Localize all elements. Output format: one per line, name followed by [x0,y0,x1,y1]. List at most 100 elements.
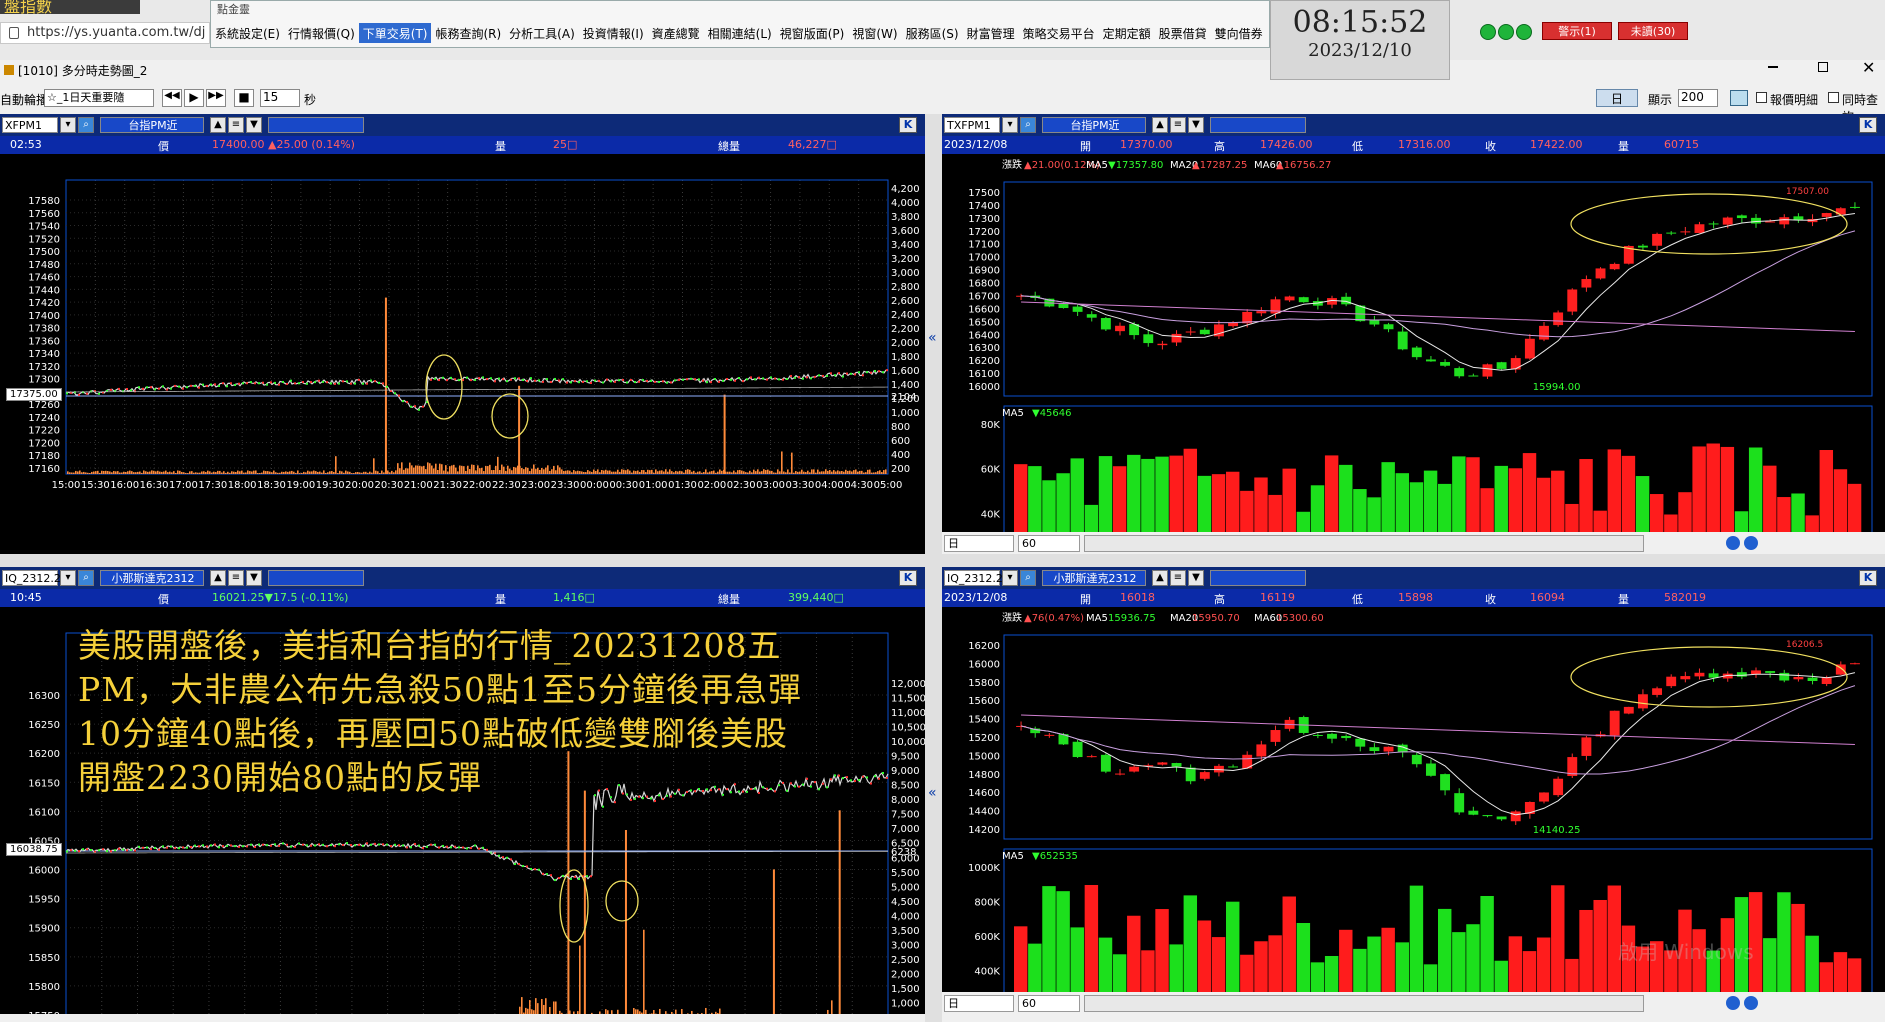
menu-item[interactable]: 下單交易(T) [358,23,432,43]
menu-item[interactable]: 相關連結(L) [704,23,776,43]
vertical-splitter[interactable] [925,114,942,1022]
scrollbar[interactable] [1084,535,1644,552]
horizontal-splitter[interactable] [0,554,1885,567]
zoom-in-icon[interactable] [1726,536,1740,550]
dropdown-icon[interactable]: ▾ [60,570,76,586]
quote-vol-lbl: 量 [1618,593,1629,606]
zoom-out-icon[interactable] [1744,536,1758,550]
period-select[interactable]: 日 [944,535,1014,552]
volume-bar [511,470,513,474]
period-select[interactable]: 日 [944,995,1014,1012]
dropdown-icon[interactable]: ▾ [1002,117,1018,133]
price-dot [682,378,684,381]
menu-item[interactable]: 系統設定(E) [211,23,284,43]
menu-item[interactable]: 資產總覽 [648,23,704,43]
dropdown-icon[interactable]: ▾ [60,117,76,133]
grid-icon[interactable] [1730,90,1748,106]
window-close-icon[interactable]: ✕ [1862,58,1875,77]
collapse-left-icon[interactable]: « [928,785,937,801]
symbol-name[interactable]: 台指PM近 [100,117,204,133]
volume-bar [803,471,805,474]
list-icon[interactable]: ≡ [228,570,244,586]
dropdown-icon[interactable]: ▾ [1002,570,1018,586]
volume-bar [249,471,251,474]
next-button[interactable]: ▶▶ [206,89,226,107]
k-chart-icon[interactable]: K [899,570,917,586]
search-icon[interactable]: ⌕ [1020,117,1036,133]
symbol-name[interactable]: 台指PM近 [1042,117,1146,133]
menu-item[interactable]: 財富管理 [963,23,1019,43]
price-dot [454,378,456,381]
candle-body [1383,324,1394,330]
search-input[interactable] [1210,570,1306,586]
up-arrow-icon[interactable]: ▲ [210,570,226,586]
count-input[interactable]: 60 [1018,995,1080,1012]
k-chart-icon[interactable]: K [1859,117,1877,133]
symbol-name[interactable]: 小那斯達克2312 [1042,570,1146,586]
search-input[interactable] [268,570,364,586]
price-dot [886,776,888,779]
dropdown-icon[interactable]: ▼ [1188,570,1204,586]
menu-item[interactable]: 分析工具(A) [505,23,579,43]
dropdown-icon[interactable]: ▼ [246,570,262,586]
quote-date: 2023/12/08 [944,138,1008,151]
menu-item[interactable]: 雙向借券 [1211,23,1267,43]
menu-item[interactable]: 服務區(S) [902,23,963,43]
search-icon[interactable]: ⌕ [1020,570,1036,586]
rotate-select[interactable]: ☆_1日天重要隨 [44,89,154,107]
menu-item[interactable]: 股票借貸 [1155,23,1211,43]
symbol-select[interactable]: IQ_2312.2 [944,570,1003,586]
search-input[interactable] [1210,117,1306,133]
menu-item[interactable]: 定期定額 [1099,23,1155,43]
zoom-out-icon[interactable] [1744,996,1758,1010]
k-chart-icon[interactable]: K [899,117,917,133]
interval-input[interactable]: 15 [260,89,300,107]
display-input[interactable]: 200 [1678,89,1718,107]
time-checkbox[interactable] [1828,92,1839,103]
up-arrow-icon[interactable]: ▲ [1152,570,1168,586]
k-chart-icon[interactable]: K [1859,570,1877,586]
detail-checkbox[interactable] [1756,92,1767,103]
symbol-name[interactable]: 小那斯達克2312 [100,570,204,586]
price-dot [210,383,212,386]
menu-item[interactable]: 視窗版面(P) [776,23,849,43]
menu-item[interactable]: 帳務查詢(R) [431,23,505,43]
up-arrow-icon[interactable]: ▲ [1152,117,1168,133]
warning-button[interactable]: 警示(1) [1542,22,1612,40]
window-minimize-icon[interactable] [1768,66,1778,68]
symbol-select[interactable]: XFPM1 [2,117,58,133]
prev-button[interactable]: ◀◀ [162,89,182,107]
day-button[interactable]: 日 [1596,89,1638,107]
collapse-left-icon[interactable]: « [928,330,937,346]
list-icon[interactable]: ≡ [1170,117,1186,133]
menu-item[interactable]: 視窗(W) [848,23,901,43]
list-icon[interactable]: ≡ [228,117,244,133]
search-icon[interactable]: ⌕ [78,117,94,133]
search-input[interactable] [268,117,364,133]
price-dot [298,842,300,845]
count-input[interactable]: 60 [1018,535,1080,552]
stop-button[interactable]: ■ [234,89,254,107]
dropdown-icon[interactable]: ▼ [246,117,262,133]
play-button[interactable]: ▶ [184,89,204,107]
menu-item[interactable]: 行情報價(Q) [284,23,359,43]
unread-button[interactable]: 未讀(30) [1618,22,1688,40]
search-icon[interactable]: ⌕ [78,570,94,586]
volume-tick-label: 9,000 [891,766,920,777]
scrollbar[interactable] [1084,995,1644,1012]
volume-bar [507,465,509,474]
up-arrow-icon[interactable]: ▲ [210,117,226,133]
volume-bar [705,469,707,474]
list-icon[interactable]: ≡ [1170,570,1186,586]
candle-body [1821,213,1832,217]
price-dot [510,378,512,381]
symbol-select[interactable]: IQ_2312.2 [2,570,61,586]
dropdown-icon[interactable]: ▼ [1188,117,1204,133]
symbol-select[interactable]: TXFPM1 [944,117,1000,133]
window-restore-icon[interactable] [1818,62,1828,72]
menu-item[interactable]: 策略交易平台 [1019,23,1099,43]
url-bar[interactable]: https://ys.yuanta.com.tw/dj [0,22,210,44]
zoom-in-icon[interactable] [1726,996,1740,1010]
browser-tab-fragment[interactable]: 盤指數 [0,0,140,14]
menu-item[interactable]: 投資情報(I) [579,23,648,43]
